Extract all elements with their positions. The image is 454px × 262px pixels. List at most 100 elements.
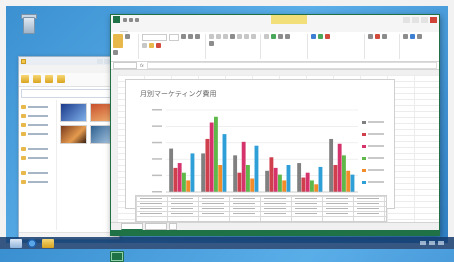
chart-bar[interactable] [346, 170, 351, 192]
sheet-tab[interactable] [121, 223, 143, 230]
chart-bar[interactable] [205, 138, 210, 192]
nav-item[interactable] [21, 111, 54, 120]
chart-bar[interactable] [209, 122, 214, 192]
chart-bar[interactable] [246, 164, 250, 192]
nav-item[interactable] [21, 102, 54, 111]
redo-icon[interactable] [135, 17, 139, 22]
nav-item[interactable] [21, 144, 54, 153]
align-bottom-icon[interactable] [223, 34, 228, 39]
start-button[interactable] [10, 238, 22, 248]
chart-bar[interactable] [278, 174, 282, 192]
chart-bar[interactable] [314, 184, 319, 192]
font-size-select[interactable] [169, 34, 179, 41]
chart-bar[interactable] [333, 164, 338, 192]
close-button[interactable] [430, 16, 437, 23]
excel-taskbar-icon[interactable] [110, 251, 124, 262]
chart-bar[interactable] [218, 164, 223, 192]
font-color-icon[interactable] [156, 43, 161, 48]
formula-input[interactable] [146, 62, 437, 69]
align-center-icon[interactable] [244, 34, 249, 39]
chart-bar[interactable] [305, 172, 310, 192]
copy-icon[interactable] [113, 50, 118, 55]
fill-color-icon[interactable] [149, 43, 154, 48]
align-left-icon[interactable] [237, 34, 242, 39]
insert-icon[interactable] [368, 34, 373, 39]
cell-styles-icon[interactable] [325, 34, 330, 39]
format-icon[interactable] [382, 34, 387, 39]
currency-icon[interactable] [271, 34, 276, 39]
address-bar[interactable] [21, 89, 117, 98]
delete-icon[interactable] [375, 34, 380, 39]
autosum-icon[interactable] [403, 34, 408, 39]
move-icon[interactable] [45, 75, 53, 83]
underline-icon[interactable] [195, 34, 200, 39]
tab-home[interactable] [120, 31, 128, 32]
name-box[interactable] [113, 62, 137, 69]
chart-bar[interactable] [350, 174, 355, 192]
chart-bar[interactable] [169, 148, 174, 192]
sheet-tab[interactable] [145, 223, 167, 230]
chart-bar[interactable] [182, 172, 186, 192]
nav-item[interactable] [21, 120, 54, 129]
comma-icon[interactable] [285, 34, 290, 39]
border-icon[interactable] [142, 43, 147, 48]
chart-bar[interactable] [173, 167, 178, 192]
chart-bar[interactable] [269, 157, 274, 192]
chart-bar[interactable] [282, 180, 287, 192]
nav-item[interactable] [21, 129, 54, 138]
chart-bar[interactable] [222, 134, 227, 192]
save-icon[interactable] [123, 17, 127, 22]
data-table[interactable] [135, 195, 387, 222]
chart-bar[interactable] [254, 145, 259, 192]
undo-icon[interactable] [129, 17, 133, 22]
chart-bar[interactable] [177, 163, 182, 192]
paste-icon[interactable] [113, 34, 123, 48]
wrap-text-icon[interactable] [230, 34, 235, 39]
paste-icon[interactable] [33, 75, 41, 83]
clock[interactable] [438, 241, 444, 245]
chart-bar[interactable] [342, 155, 346, 192]
italic-icon[interactable] [188, 34, 193, 39]
chart-bar[interactable] [250, 178, 255, 192]
chart-bar[interactable] [273, 167, 278, 192]
fx-icon[interactable]: fx [140, 63, 144, 68]
chart-bar[interactable] [297, 163, 302, 192]
nav-item[interactable] [21, 168, 54, 177]
chart-bar[interactable] [186, 180, 191, 192]
align-top-icon[interactable] [209, 34, 214, 39]
number-format-icon[interactable] [264, 34, 269, 39]
chart-bar[interactable] [337, 143, 342, 192]
image-thumbnail[interactable] [60, 125, 87, 144]
chart-bar[interactable] [241, 141, 246, 192]
nav-item[interactable] [21, 177, 54, 186]
font-name-select[interactable] [142, 34, 167, 41]
find-icon[interactable] [417, 34, 422, 39]
chart-bar[interactable] [318, 166, 323, 192]
align-right-icon[interactable] [251, 34, 256, 39]
bold-icon[interactable] [181, 34, 186, 39]
percent-icon[interactable] [278, 34, 283, 39]
conditional-format-icon[interactable] [311, 34, 316, 39]
new-folder-icon[interactable] [57, 75, 65, 83]
volume-icon[interactable] [429, 241, 435, 245]
chart[interactable]: 月別マーケティング費用 [125, 79, 395, 209]
chart-bar[interactable] [310, 180, 314, 192]
internet-explorer-icon[interactable] [26, 238, 38, 248]
chart-bar[interactable] [265, 170, 270, 192]
chart-bar[interactable] [214, 116, 218, 192]
minimize-button[interactable] [97, 58, 103, 64]
chart-bar[interactable] [286, 164, 291, 192]
recycle-bin-icon[interactable] [20, 14, 37, 34]
copy-icon[interactable] [21, 75, 29, 83]
chart-bar[interactable] [190, 153, 195, 192]
chart-bar[interactable] [301, 177, 306, 192]
format-as-table-icon[interactable] [318, 34, 323, 39]
chart-bar[interactable] [233, 155, 238, 192]
maximize-button[interactable] [421, 16, 428, 23]
image-thumbnail[interactable] [60, 103, 87, 122]
minimize-button[interactable] [412, 16, 419, 23]
align-middle-icon[interactable] [216, 34, 221, 39]
network-icon[interactable] [420, 241, 426, 245]
sort-filter-icon[interactable] [410, 34, 415, 39]
nav-item[interactable] [21, 153, 54, 162]
